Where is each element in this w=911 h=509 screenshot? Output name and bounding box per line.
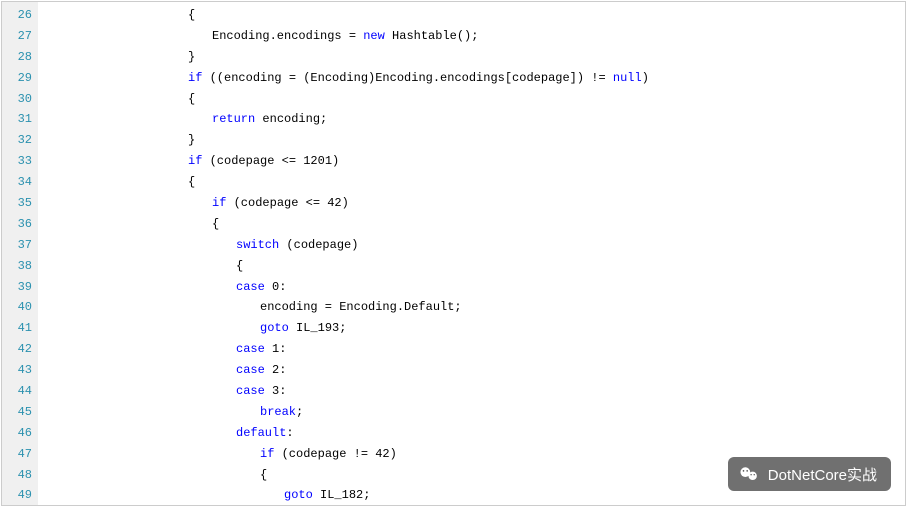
code-line: encoding = Encoding.Default; [44, 297, 905, 318]
code-line: { [44, 5, 905, 26]
code-line: { [44, 214, 905, 235]
code-editor[interactable]: 2627282930313233343536373839404142434445… [1, 1, 906, 506]
line-number: 43 [12, 360, 32, 381]
line-number: 35 [12, 193, 32, 214]
line-number: 48 [12, 465, 32, 486]
line-number: 42 [12, 339, 32, 360]
code-line: if (codepage <= 42) [44, 193, 905, 214]
code-line: default: [44, 423, 905, 444]
line-number: 30 [12, 89, 32, 110]
code-line: case 3: [44, 381, 905, 402]
line-number: 41 [12, 318, 32, 339]
code-line: { [44, 172, 905, 193]
line-number: 34 [12, 172, 32, 193]
code-line: goto IL_193; [44, 318, 905, 339]
code-line: switch (codepage) [44, 235, 905, 256]
code-line: case 0: [44, 277, 905, 298]
code-line: return encoding; [44, 109, 905, 130]
line-number: 40 [12, 297, 32, 318]
code-line: break; [44, 402, 905, 423]
code-line: if (codepage != 42) [44, 444, 905, 465]
line-number: 39 [12, 277, 32, 298]
code-line: case 2: [44, 360, 905, 381]
line-number: 47 [12, 444, 32, 465]
line-number: 31 [12, 109, 32, 130]
line-number: 46 [12, 423, 32, 444]
code-line: if (codepage <= 1201) [44, 151, 905, 172]
line-number: 49 [12, 485, 32, 506]
line-number: 38 [12, 256, 32, 277]
line-number: 26 [12, 5, 32, 26]
code-line: } [44, 130, 905, 151]
line-number: 29 [12, 68, 32, 89]
line-number: 37 [12, 235, 32, 256]
code-line: { [44, 89, 905, 110]
line-number: 44 [12, 381, 32, 402]
code-line: case 1: [44, 339, 905, 360]
code-line: } [44, 47, 905, 68]
line-number: 45 [12, 402, 32, 423]
code-content: {Encoding.encodings = new Hashtable();}i… [38, 2, 905, 505]
line-number: 32 [12, 130, 32, 151]
code-line: goto IL_182; [44, 485, 905, 506]
code-line: { [44, 465, 905, 486]
line-number: 27 [12, 26, 32, 47]
code-line: if ((encoding = (Encoding)Encoding.encod… [44, 68, 905, 89]
line-number: 36 [12, 214, 32, 235]
code-line: { [44, 256, 905, 277]
line-number: 28 [12, 47, 32, 68]
line-number-gutter: 2627282930313233343536373839404142434445… [2, 2, 38, 505]
line-number: 33 [12, 151, 32, 172]
code-line: Encoding.encodings = new Hashtable(); [44, 26, 905, 47]
